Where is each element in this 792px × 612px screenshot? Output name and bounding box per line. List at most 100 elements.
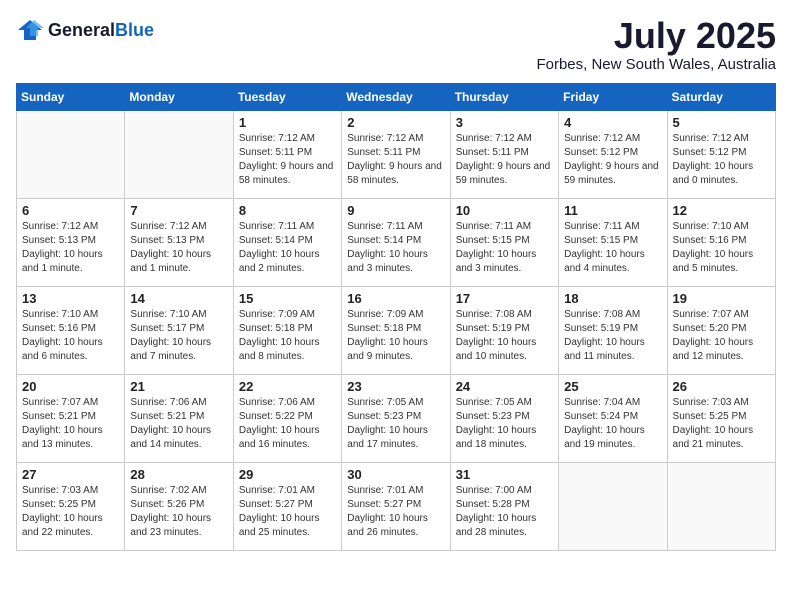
table-row: 5 Sunrise: 7:12 AM Sunset: 5:12 PM Daylig… xyxy=(667,110,775,198)
day-info: Sunrise: 7:12 AM Sunset: 5:11 PM Dayligh… xyxy=(239,132,336,188)
table-row: 24 Sunrise: 7:05 AM Sunset: 5:23 PM Dayli… xyxy=(450,374,558,462)
day-number: 19 xyxy=(673,291,770,306)
table-row: 9 Sunrise: 7:11 AM Sunset: 5:14 PM Daylig… xyxy=(342,198,450,286)
day-number: 9 xyxy=(347,203,444,218)
day-info: Sunrise: 7:12 AM Sunset: 5:12 PM Dayligh… xyxy=(564,132,661,188)
day-info: Sunrise: 7:07 AM Sunset: 5:21 PM Dayligh… xyxy=(22,396,119,452)
table-row: 21 Sunrise: 7:06 AM Sunset: 5:21 PM Dayli… xyxy=(125,374,233,462)
day-number: 27 xyxy=(22,467,119,482)
day-info: Sunrise: 7:11 AM Sunset: 5:14 PM Dayligh… xyxy=(239,220,336,276)
day-number: 21 xyxy=(130,379,227,394)
day-info: Sunrise: 7:06 AM Sunset: 5:21 PM Dayligh… xyxy=(130,396,227,452)
day-info: Sunrise: 7:12 AM Sunset: 5:12 PM Dayligh… xyxy=(673,132,770,188)
table-row: 26 Sunrise: 7:03 AM Sunset: 5:25 PM Dayli… xyxy=(667,374,775,462)
table-row xyxy=(667,462,775,550)
location-title: Forbes, New South Wales, Australia xyxy=(536,56,776,73)
day-number: 25 xyxy=(564,379,661,394)
logo: GeneralBlue xyxy=(16,16,154,44)
col-tuesday: Tuesday xyxy=(233,83,341,110)
table-row: 15 Sunrise: 7:09 AM Sunset: 5:18 PM Dayli… xyxy=(233,286,341,374)
table-row: 23 Sunrise: 7:05 AM Sunset: 5:23 PM Dayli… xyxy=(342,374,450,462)
day-info: Sunrise: 7:05 AM Sunset: 5:23 PM Dayligh… xyxy=(456,396,553,452)
day-number: 5 xyxy=(673,115,770,130)
day-number: 14 xyxy=(130,291,227,306)
day-number: 1 xyxy=(239,115,336,130)
day-info: Sunrise: 7:11 AM Sunset: 5:15 PM Dayligh… xyxy=(456,220,553,276)
day-number: 26 xyxy=(673,379,770,394)
logo-blue: Blue xyxy=(115,20,154,40)
day-number: 3 xyxy=(456,115,553,130)
col-monday: Monday xyxy=(125,83,233,110)
table-row: 13Sunrise: 7:10 AM Sunset: 5:16 PM Dayli… xyxy=(17,286,125,374)
day-number: 31 xyxy=(456,467,553,482)
table-row: 2Sunrise: 7:12 AM Sunset: 5:11 PM Daylig… xyxy=(342,110,450,198)
calendar-week-row: 20 Sunrise: 7:07 AM Sunset: 5:21 PM Dayli… xyxy=(17,374,776,462)
day-info: Sunrise: 7:09 AM Sunset: 5:18 PM Dayligh… xyxy=(347,308,444,364)
table-row: 16 Sunrise: 7:09 AM Sunset: 5:18 PM Dayli… xyxy=(342,286,450,374)
table-row: 11Sunrise: 7:11 AM Sunset: 5:15 PM Dayli… xyxy=(559,198,667,286)
table-row: 30Sunrise: 7:01 AM Sunset: 5:27 PM Dayli… xyxy=(342,462,450,550)
day-info: Sunrise: 7:12 AM Sunset: 5:13 PM Dayligh… xyxy=(22,220,119,276)
col-thursday: Thursday xyxy=(450,83,558,110)
logo-icon xyxy=(16,16,44,44)
day-number: 10 xyxy=(456,203,553,218)
col-saturday: Saturday xyxy=(667,83,775,110)
day-number: 17 xyxy=(456,291,553,306)
table-row: 28 Sunrise: 7:02 AM Sunset: 5:26 PM Dayli… xyxy=(125,462,233,550)
page-header: GeneralBlue July 2025 Forbes, New South … xyxy=(16,16,776,73)
day-number: 23 xyxy=(347,379,444,394)
table-row: 29Sunrise: 7:01 AM Sunset: 5:27 PM Dayli… xyxy=(233,462,341,550)
day-number: 6 xyxy=(22,203,119,218)
day-number: 22 xyxy=(239,379,336,394)
calendar-week-row: 6 Sunrise: 7:12 AM Sunset: 5:13 PM Daylig… xyxy=(17,198,776,286)
calendar-header-row: Sunday Monday Tuesday Wednesday Thursday… xyxy=(17,83,776,110)
table-row: 1 Sunrise: 7:12 AM Sunset: 5:11 PM Daylig… xyxy=(233,110,341,198)
day-number: 20 xyxy=(22,379,119,394)
table-row: 6 Sunrise: 7:12 AM Sunset: 5:13 PM Daylig… xyxy=(17,198,125,286)
table-row: 18Sunrise: 7:08 AM Sunset: 5:19 PM Dayli… xyxy=(559,286,667,374)
day-info: Sunrise: 7:04 AM Sunset: 5:24 PM Dayligh… xyxy=(564,396,661,452)
day-info: Sunrise: 7:02 AM Sunset: 5:26 PM Dayligh… xyxy=(130,484,227,540)
day-info: Sunrise: 7:05 AM Sunset: 5:23 PM Dayligh… xyxy=(347,396,444,452)
table-row: 22 Sunrise: 7:06 AM Sunset: 5:22 PM Dayli… xyxy=(233,374,341,462)
logo-general: General xyxy=(48,20,115,40)
day-number: 4 xyxy=(564,115,661,130)
calendar-week-row: 27 Sunrise: 7:03 AM Sunset: 5:25 PM Dayli… xyxy=(17,462,776,550)
col-friday: Friday xyxy=(559,83,667,110)
table-row: 25 Sunrise: 7:04 AM Sunset: 5:24 PM Dayli… xyxy=(559,374,667,462)
title-block: July 2025 Forbes, New South Wales, Austr… xyxy=(536,16,776,73)
day-number: 11 xyxy=(564,203,661,218)
day-number: 29 xyxy=(239,467,336,482)
day-number: 15 xyxy=(239,291,336,306)
day-info: Sunrise: 7:01 AM Sunset: 5:27 PM Dayligh… xyxy=(347,484,444,540)
table-row: 8Sunrise: 7:11 AM Sunset: 5:14 PM Daylig… xyxy=(233,198,341,286)
calendar-week-row: 13Sunrise: 7:10 AM Sunset: 5:16 PM Dayli… xyxy=(17,286,776,374)
calendar-week-row: 1 Sunrise: 7:12 AM Sunset: 5:11 PM Daylig… xyxy=(17,110,776,198)
calendar-table: Sunday Monday Tuesday Wednesday Thursday… xyxy=(16,83,776,551)
table-row xyxy=(17,110,125,198)
day-number: 13 xyxy=(22,291,119,306)
table-row: 17Sunrise: 7:08 AM Sunset: 5:19 PM Dayli… xyxy=(450,286,558,374)
day-number: 12 xyxy=(673,203,770,218)
col-sunday: Sunday xyxy=(17,83,125,110)
day-info: Sunrise: 7:12 AM Sunset: 5:11 PM Dayligh… xyxy=(347,132,444,188)
day-info: Sunrise: 7:10 AM Sunset: 5:17 PM Dayligh… xyxy=(130,308,227,364)
day-number: 28 xyxy=(130,467,227,482)
table-row: 14 Sunrise: 7:10 AM Sunset: 5:17 PM Dayli… xyxy=(125,286,233,374)
day-info: Sunrise: 7:08 AM Sunset: 5:19 PM Dayligh… xyxy=(564,308,661,364)
logo-text: GeneralBlue xyxy=(48,20,154,41)
table-row: 3Sunrise: 7:12 AM Sunset: 5:11 PM Daylig… xyxy=(450,110,558,198)
table-row xyxy=(125,110,233,198)
day-info: Sunrise: 7:12 AM Sunset: 5:13 PM Dayligh… xyxy=(130,220,227,276)
table-row: 4 Sunrise: 7:12 AM Sunset: 5:12 PM Daylig… xyxy=(559,110,667,198)
day-info: Sunrise: 7:03 AM Sunset: 5:25 PM Dayligh… xyxy=(22,484,119,540)
day-number: 16 xyxy=(347,291,444,306)
table-row: 20 Sunrise: 7:07 AM Sunset: 5:21 PM Dayli… xyxy=(17,374,125,462)
month-year-title: July 2025 xyxy=(536,16,776,56)
day-info: Sunrise: 7:03 AM Sunset: 5:25 PM Dayligh… xyxy=(673,396,770,452)
day-info: Sunrise: 7:11 AM Sunset: 5:14 PM Dayligh… xyxy=(347,220,444,276)
day-info: Sunrise: 7:09 AM Sunset: 5:18 PM Dayligh… xyxy=(239,308,336,364)
day-info: Sunrise: 7:06 AM Sunset: 5:22 PM Dayligh… xyxy=(239,396,336,452)
day-info: Sunrise: 7:10 AM Sunset: 5:16 PM Dayligh… xyxy=(673,220,770,276)
day-number: 24 xyxy=(456,379,553,394)
